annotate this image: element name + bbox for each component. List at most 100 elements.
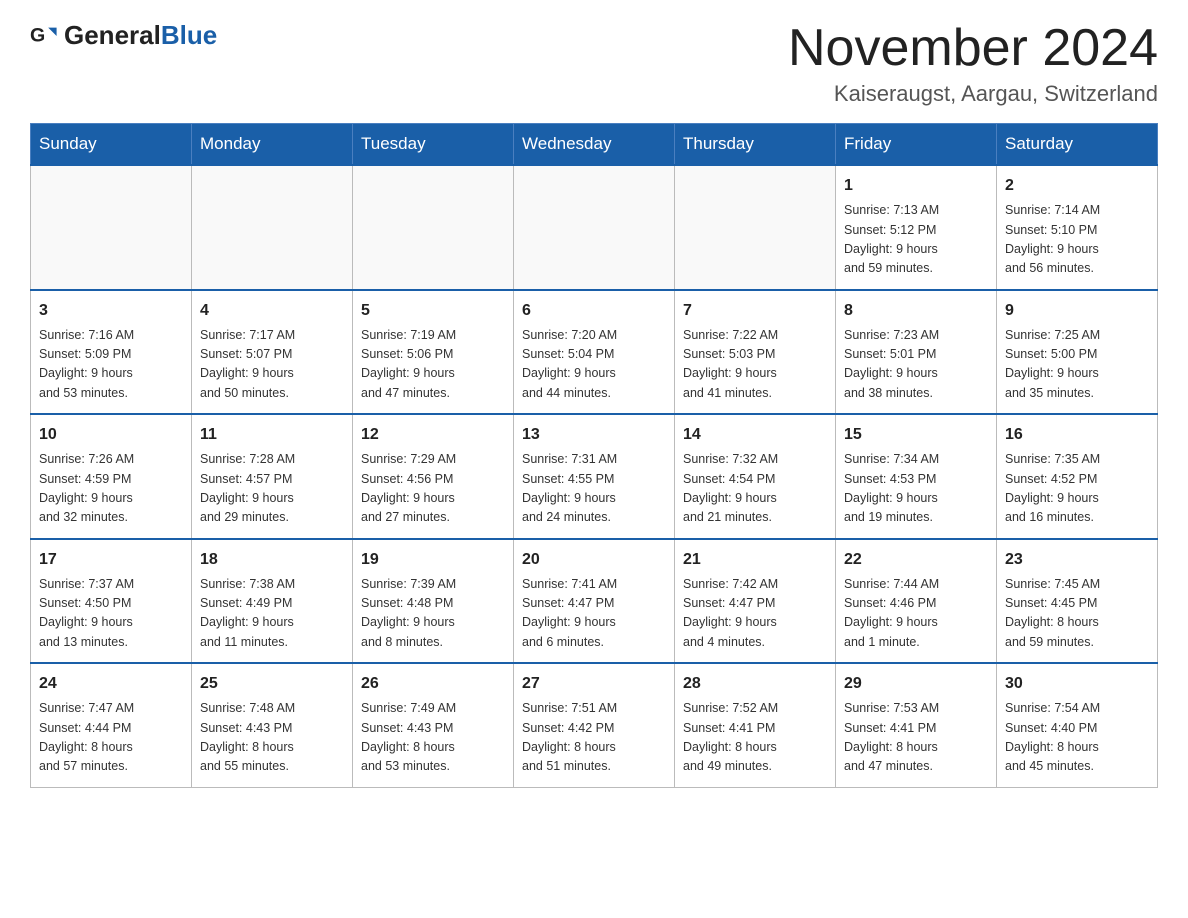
day-number: 25 <box>200 672 344 696</box>
day-number: 2 <box>1005 174 1149 198</box>
day-info: Sunrise: 7:26 AM Sunset: 4:59 PM Dayligh… <box>39 450 183 528</box>
calendar-week-row-3: 10 Sunrise: 7:26 AM Sunset: 4:59 PM Dayli… <box>31 414 1158 539</box>
day-info: Sunrise: 7:37 AM Sunset: 4:50 PM Dayligh… <box>39 575 183 653</box>
day-info: Sunrise: 7:19 AM Sunset: 5:06 PM Dayligh… <box>361 326 505 404</box>
calendar-cell: 6 Sunrise: 7:20 AM Sunset: 5:04 PM Daylig… <box>514 290 675 415</box>
day-number: 17 <box>39 548 183 572</box>
calendar-cell <box>514 165 675 290</box>
calendar-cell: 20 Sunrise: 7:41 AM Sunset: 4:47 PM Dayli… <box>514 539 675 664</box>
day-info: Sunrise: 7:31 AM Sunset: 4:55 PM Dayligh… <box>522 450 666 528</box>
day-info: Sunrise: 7:39 AM Sunset: 4:48 PM Dayligh… <box>361 575 505 653</box>
day-info: Sunrise: 7:41 AM Sunset: 4:47 PM Dayligh… <box>522 575 666 653</box>
day-number: 27 <box>522 672 666 696</box>
calendar-cell: 17 Sunrise: 7:37 AM Sunset: 4:50 PM Dayli… <box>31 539 192 664</box>
calendar-cell: 13 Sunrise: 7:31 AM Sunset: 4:55 PM Dayli… <box>514 414 675 539</box>
calendar-cell: 29Sunrise: 7:53 AM Sunset: 4:41 PM Dayli… <box>836 663 997 787</box>
day-info: Sunrise: 7:51 AM Sunset: 4:42 PM Dayligh… <box>522 699 666 777</box>
day-info: Sunrise: 7:22 AM Sunset: 5:03 PM Dayligh… <box>683 326 827 404</box>
day-number: 14 <box>683 423 827 447</box>
calendar-cell: 8 Sunrise: 7:23 AM Sunset: 5:01 PM Daylig… <box>836 290 997 415</box>
day-info: Sunrise: 7:53 AM Sunset: 4:41 PM Dayligh… <box>844 699 988 777</box>
day-info: Sunrise: 7:17 AM Sunset: 5:07 PM Dayligh… <box>200 326 344 404</box>
day-number: 22 <box>844 548 988 572</box>
calendar-cell <box>353 165 514 290</box>
calendar-cell: 22 Sunrise: 7:44 AM Sunset: 4:46 PM Dayli… <box>836 539 997 664</box>
day-number: 8 <box>844 299 988 323</box>
calendar-cell: 24Sunrise: 7:47 AM Sunset: 4:44 PM Dayli… <box>31 663 192 787</box>
day-info: Sunrise: 7:42 AM Sunset: 4:47 PM Dayligh… <box>683 575 827 653</box>
day-number: 5 <box>361 299 505 323</box>
logo-text-blue: Blue <box>161 20 217 50</box>
day-number: 3 <box>39 299 183 323</box>
calendar-week-row-5: 24Sunrise: 7:47 AM Sunset: 4:44 PM Dayli… <box>31 663 1158 787</box>
day-info: Sunrise: 7:48 AM Sunset: 4:43 PM Dayligh… <box>200 699 344 777</box>
calendar-table: Sunday Monday Tuesday Wednesday Thursday… <box>30 123 1158 788</box>
calendar-cell: 2 Sunrise: 7:14 AM Sunset: 5:10 PM Daylig… <box>997 165 1158 290</box>
day-info: Sunrise: 7:16 AM Sunset: 5:09 PM Dayligh… <box>39 326 183 404</box>
day-info: Sunrise: 7:28 AM Sunset: 4:57 PM Dayligh… <box>200 450 344 528</box>
calendar-cell <box>675 165 836 290</box>
day-number: 20 <box>522 548 666 572</box>
calendar-cell <box>192 165 353 290</box>
calendar-cell: 21 Sunrise: 7:42 AM Sunset: 4:47 PM Dayli… <box>675 539 836 664</box>
calendar-cell: 16Sunrise: 7:35 AM Sunset: 4:52 PM Dayli… <box>997 414 1158 539</box>
day-info: Sunrise: 7:52 AM Sunset: 4:41 PM Dayligh… <box>683 699 827 777</box>
day-number: 4 <box>200 299 344 323</box>
day-info: Sunrise: 7:23 AM Sunset: 5:01 PM Dayligh… <box>844 326 988 404</box>
month-title: November 2024 <box>788 20 1158 77</box>
calendar-cell: 25 Sunrise: 7:48 AM Sunset: 4:43 PM Dayli… <box>192 663 353 787</box>
day-info: Sunrise: 7:13 AM Sunset: 5:12 PM Dayligh… <box>844 201 988 279</box>
day-info: Sunrise: 7:38 AM Sunset: 4:49 PM Dayligh… <box>200 575 344 653</box>
day-number: 11 <box>200 423 344 447</box>
calendar-cell: 3 Sunrise: 7:16 AM Sunset: 5:09 PM Daylig… <box>31 290 192 415</box>
logo-text-general: General <box>64 20 161 50</box>
calendar-cell: 10 Sunrise: 7:26 AM Sunset: 4:59 PM Dayli… <box>31 414 192 539</box>
day-number: 7 <box>683 299 827 323</box>
calendar-cell: 14 Sunrise: 7:32 AM Sunset: 4:54 PM Dayli… <box>675 414 836 539</box>
calendar-cell: 12 Sunrise: 7:29 AM Sunset: 4:56 PM Dayli… <box>353 414 514 539</box>
header-friday: Friday <box>836 124 997 166</box>
day-number: 12 <box>361 423 505 447</box>
svg-text:G: G <box>30 24 45 46</box>
calendar-week-row-4: 17 Sunrise: 7:37 AM Sunset: 4:50 PM Dayli… <box>31 539 1158 664</box>
page-header: G GeneralBlue November 2024 Kaiseraugst,… <box>30 20 1158 107</box>
day-number: 10 <box>39 423 183 447</box>
day-number: 19 <box>361 548 505 572</box>
day-number: 23 <box>1005 548 1149 572</box>
logo-icon: G <box>30 22 58 50</box>
header-tuesday: Tuesday <box>353 124 514 166</box>
day-info: Sunrise: 7:44 AM Sunset: 4:46 PM Dayligh… <box>844 575 988 653</box>
day-number: 13 <box>522 423 666 447</box>
day-number: 6 <box>522 299 666 323</box>
day-number: 21 <box>683 548 827 572</box>
calendar-cell: 19 Sunrise: 7:39 AM Sunset: 4:48 PM Dayli… <box>353 539 514 664</box>
calendar-cell: 9 Sunrise: 7:25 AM Sunset: 5:00 PM Daylig… <box>997 290 1158 415</box>
header-thursday: Thursday <box>675 124 836 166</box>
day-number: 30 <box>1005 672 1149 696</box>
day-number: 1 <box>844 174 988 198</box>
header-sunday: Sunday <box>31 124 192 166</box>
calendar-cell: 15Sunrise: 7:34 AM Sunset: 4:53 PM Dayli… <box>836 414 997 539</box>
day-number: 9 <box>1005 299 1149 323</box>
header-wednesday: Wednesday <box>514 124 675 166</box>
calendar-cell <box>31 165 192 290</box>
calendar-cell: 1 Sunrise: 7:13 AM Sunset: 5:12 PM Daylig… <box>836 165 997 290</box>
calendar-cell: 30 Sunrise: 7:54 AM Sunset: 4:40 PM Dayli… <box>997 663 1158 787</box>
day-info: Sunrise: 7:14 AM Sunset: 5:10 PM Dayligh… <box>1005 201 1149 279</box>
day-info: Sunrise: 7:25 AM Sunset: 5:00 PM Dayligh… <box>1005 326 1149 404</box>
calendar-cell: 28 Sunrise: 7:52 AM Sunset: 4:41 PM Dayli… <box>675 663 836 787</box>
day-info: Sunrise: 7:20 AM Sunset: 5:04 PM Dayligh… <box>522 326 666 404</box>
logo: G GeneralBlue <box>30 20 217 51</box>
location-subtitle: Kaiseraugst, Aargau, Switzerland <box>788 81 1158 107</box>
day-info: Sunrise: 7:49 AM Sunset: 4:43 PM Dayligh… <box>361 699 505 777</box>
day-number: 28 <box>683 672 827 696</box>
day-number: 24 <box>39 672 183 696</box>
day-info: Sunrise: 7:54 AM Sunset: 4:40 PM Dayligh… <box>1005 699 1149 777</box>
day-info: Sunrise: 7:32 AM Sunset: 4:54 PM Dayligh… <box>683 450 827 528</box>
day-number: 16 <box>1005 423 1149 447</box>
day-info: Sunrise: 7:29 AM Sunset: 4:56 PM Dayligh… <box>361 450 505 528</box>
day-info: Sunrise: 7:45 AM Sunset: 4:45 PM Dayligh… <box>1005 575 1149 653</box>
calendar-cell: 7 Sunrise: 7:22 AM Sunset: 5:03 PM Daylig… <box>675 290 836 415</box>
header-monday: Monday <box>192 124 353 166</box>
calendar-cell: 4 Sunrise: 7:17 AM Sunset: 5:07 PM Daylig… <box>192 290 353 415</box>
